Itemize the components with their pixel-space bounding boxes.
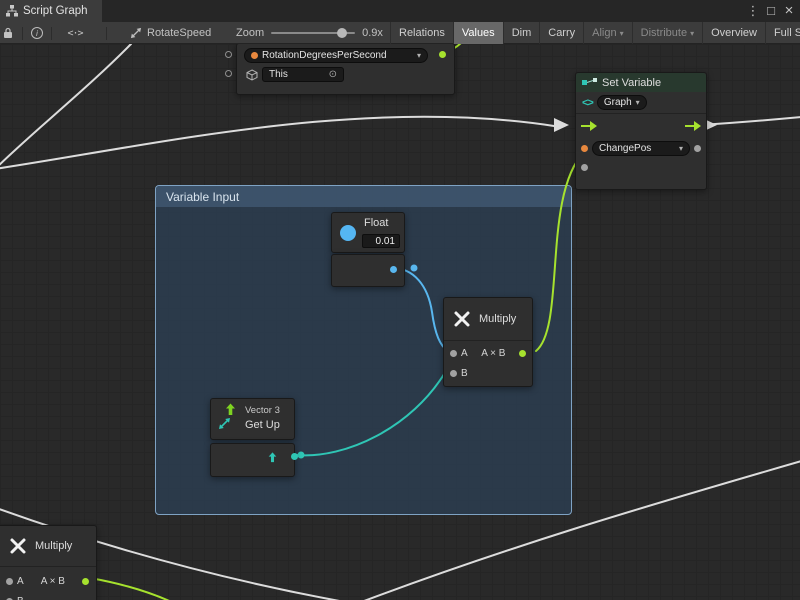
node-title: Float bbox=[364, 217, 388, 229]
float-value-field[interactable]: 0.01 bbox=[362, 234, 400, 248]
input-b-label: B bbox=[461, 368, 468, 379]
fullscreen-button[interactable]: Full Screen bbox=[765, 22, 800, 44]
port-vector-output[interactable] bbox=[291, 453, 298, 460]
port-unconnected-1[interactable] bbox=[225, 51, 232, 58]
tab-script-graph[interactable]: Script Graph bbox=[0, 0, 102, 22]
input-a-label: A bbox=[17, 576, 24, 587]
target-label: This bbox=[269, 69, 325, 80]
lock-button[interactable] bbox=[0, 22, 16, 44]
port-output[interactable] bbox=[519, 350, 526, 357]
dim-button[interactable]: Dim bbox=[503, 22, 540, 44]
info-button[interactable]: i bbox=[29, 22, 45, 44]
code-view-button[interactable]: <·> bbox=[58, 22, 92, 44]
zoom-value: 0.9x bbox=[362, 27, 383, 39]
chevron-down-icon: ▾ bbox=[636, 98, 640, 107]
lock-icon bbox=[3, 27, 13, 39]
flow-out-arrow-icon[interactable] bbox=[685, 121, 701, 131]
port-input-a[interactable] bbox=[450, 350, 457, 357]
toolbar-buttons: Relations Values Dim Carry Align ▾ Distr… bbox=[390, 22, 800, 44]
values-button[interactable]: Values bbox=[453, 22, 503, 44]
set-variable-name: ChangePos bbox=[599, 143, 675, 154]
graph-scope-icon: <> bbox=[582, 97, 593, 109]
variable-port-icon bbox=[251, 52, 258, 59]
graph-context-indicator[interactable]: RotateSpeed bbox=[130, 22, 211, 44]
set-variable-icon bbox=[582, 78, 598, 87]
port-output[interactable] bbox=[82, 578, 89, 585]
vector-icon bbox=[130, 27, 142, 39]
node-type-label: Vector 3 bbox=[245, 405, 280, 416]
zoom-slider-handle[interactable] bbox=[337, 28, 347, 38]
float-node[interactable]: Float 0.01 bbox=[331, 212, 405, 253]
node-title: Set Variable bbox=[602, 77, 661, 89]
float-value: 0.01 bbox=[376, 236, 395, 247]
chevron-down-icon: ▾ bbox=[690, 29, 694, 38]
port-variable-output[interactable] bbox=[439, 51, 446, 58]
zoom-slider[interactable] bbox=[271, 32, 355, 34]
port-input-a[interactable] bbox=[6, 578, 13, 585]
vector3-output-icon bbox=[267, 452, 278, 463]
scope-dropdown[interactable]: Graph ▾ bbox=[597, 95, 647, 110]
group-title: Variable Input bbox=[166, 190, 239, 204]
multiply-icon bbox=[453, 310, 471, 328]
diagonal-arrows-icon bbox=[218, 417, 231, 430]
object-picker-icon[interactable]: ⊙ bbox=[329, 69, 337, 80]
node-title: Multiply bbox=[479, 313, 516, 325]
output-label: A × B bbox=[28, 576, 78, 587]
scope-label: Graph bbox=[604, 97, 632, 108]
input-a-label: A bbox=[461, 348, 468, 359]
get-up-node-body[interactable] bbox=[210, 443, 295, 477]
node-title: Multiply bbox=[35, 540, 72, 552]
align-dropdown-button[interactable]: Align ▾ bbox=[583, 22, 631, 44]
port-value-input[interactable] bbox=[581, 164, 588, 171]
port-input-b[interactable] bbox=[450, 370, 457, 377]
set-variable-name-dropdown[interactable]: ChangePos ▾ bbox=[592, 141, 690, 156]
output-label: A × B bbox=[472, 348, 515, 359]
port-unconnected-2[interactable] bbox=[225, 70, 232, 77]
node-title: Get Up bbox=[245, 419, 280, 431]
get-variable-node[interactable]: RotationDegreesPerSecond ▾ This ⊙ bbox=[236, 43, 455, 95]
close-icon[interactable]: × bbox=[780, 0, 798, 22]
port-variable-input[interactable] bbox=[581, 145, 588, 152]
multiply-node[interactable]: Multiply A A × B B bbox=[443, 297, 533, 387]
chevron-down-icon: ▾ bbox=[620, 29, 624, 38]
distribute-dropdown-button[interactable]: Distribute ▾ bbox=[632, 22, 702, 44]
cube-icon bbox=[246, 69, 258, 81]
variable-name: RotationDegreesPerSecond bbox=[262, 50, 413, 61]
code-icon: <·> bbox=[67, 28, 82, 39]
relations-button[interactable]: Relations bbox=[390, 22, 453, 44]
float-icon bbox=[340, 225, 356, 241]
multiply-icon bbox=[9, 537, 27, 555]
get-up-node[interactable]: Vector 3 Get Up bbox=[210, 398, 295, 440]
script-graph-icon bbox=[6, 5, 18, 17]
set-variable-node[interactable]: Set Variable <> Graph ▾ ChangePos ▾ bbox=[575, 72, 707, 190]
maximize-icon[interactable]: □ bbox=[762, 0, 780, 22]
window-controls: ⋮ □ × bbox=[744, 0, 798, 22]
float-node-body[interactable] bbox=[331, 254, 405, 287]
port-output-value[interactable] bbox=[694, 145, 701, 152]
multiply-node-bottom[interactable]: Multiply A A × B B bbox=[0, 525, 97, 600]
chevron-down-icon: ▾ bbox=[417, 51, 421, 60]
overview-button[interactable]: Overview bbox=[702, 22, 765, 44]
up-arrow-icon bbox=[224, 403, 237, 416]
tab-label: Script Graph bbox=[23, 5, 88, 17]
flow-in-arrow-icon[interactable] bbox=[581, 121, 597, 131]
port-float-output[interactable] bbox=[390, 266, 397, 273]
chevron-down-icon: ▾ bbox=[679, 144, 683, 153]
graph-toolbar: i <·> RotateSpeed Zoom 0.9x Re bbox=[0, 22, 800, 44]
target-field[interactable]: This ⊙ bbox=[262, 67, 344, 82]
info-icon: i bbox=[31, 27, 43, 39]
input-b-label: B bbox=[17, 596, 24, 600]
script-graph-window: Variable Input bbox=[0, 0, 800, 600]
zoom-label: Zoom bbox=[236, 27, 264, 39]
window-titlebar: Script Graph ⋮ □ × bbox=[0, 0, 800, 22]
kebab-menu-icon[interactable]: ⋮ bbox=[744, 0, 762, 22]
graph-context-label: RotateSpeed bbox=[147, 27, 211, 39]
carry-button[interactable]: Carry bbox=[539, 22, 583, 44]
variable-name-dropdown[interactable]: RotationDegreesPerSecond ▾ bbox=[244, 48, 428, 63]
group-header[interactable]: Variable Input bbox=[156, 186, 571, 207]
